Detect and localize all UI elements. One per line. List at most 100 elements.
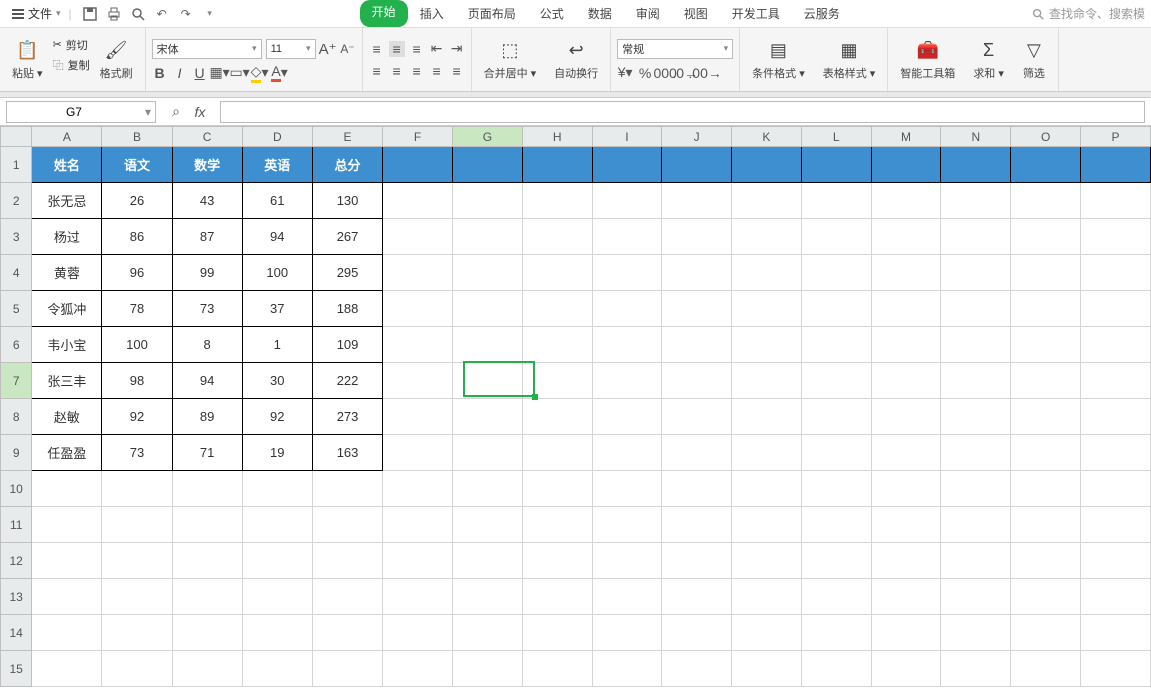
conditional-format-button[interactable]: ▤条件格式 ▾ (746, 37, 811, 83)
col-header-E[interactable]: E (312, 127, 382, 147)
cell-E1[interactable]: 总分 (312, 147, 382, 183)
cell-O14[interactable] (1011, 615, 1081, 651)
cell-J13[interactable] (662, 579, 732, 615)
cell-C6[interactable]: 8 (172, 327, 242, 363)
row-header-4[interactable]: 4 (1, 255, 32, 291)
cell-M13[interactable] (871, 579, 941, 615)
cell-P11[interactable] (1081, 507, 1151, 543)
cell-A12[interactable] (32, 543, 102, 579)
cell-O15[interactable] (1011, 651, 1081, 687)
cell-H9[interactable] (522, 435, 592, 471)
col-header-K[interactable]: K (732, 127, 802, 147)
chevron-down-icon[interactable]: ▾ (141, 105, 155, 119)
cell-L8[interactable] (801, 399, 871, 435)
search-commands[interactable]: 查找命令、搜索模 (1031, 5, 1145, 22)
cell-L2[interactable] (801, 183, 871, 219)
cell-J5[interactable] (662, 291, 732, 327)
row-header-14[interactable]: 14 (1, 615, 32, 651)
cell-O2[interactable] (1011, 183, 1081, 219)
cell-H10[interactable] (522, 471, 592, 507)
cell-C10[interactable] (172, 471, 242, 507)
align-right-icon[interactable]: ≡ (409, 63, 425, 79)
formula-bar[interactable] (220, 101, 1145, 123)
col-header-C[interactable]: C (172, 127, 242, 147)
cell-E5[interactable]: 188 (312, 291, 382, 327)
merge-center-button[interactable]: ⬚合并居中 ▾ (478, 37, 543, 83)
cell-N13[interactable] (941, 579, 1011, 615)
row-header-1[interactable]: 1 (1, 147, 32, 183)
cell-A15[interactable] (32, 651, 102, 687)
cell-O7[interactable] (1011, 363, 1081, 399)
cell-A11[interactable] (32, 507, 102, 543)
cell-L5[interactable] (801, 291, 871, 327)
cell-K7[interactable] (732, 363, 802, 399)
underline-icon[interactable]: U (192, 65, 208, 81)
cell-D11[interactable] (242, 507, 312, 543)
cell-E11[interactable] (312, 507, 382, 543)
cell-B14[interactable] (102, 615, 172, 651)
cell-J11[interactable] (662, 507, 732, 543)
cell-I1[interactable] (592, 147, 662, 183)
cell-N12[interactable] (941, 543, 1011, 579)
align-bottom-icon[interactable]: ≡ (409, 41, 425, 57)
select-all-corner[interactable] (1, 127, 32, 147)
cell-G9[interactable] (452, 435, 522, 471)
cell-M14[interactable] (871, 615, 941, 651)
cell-H15[interactable] (522, 651, 592, 687)
row-header-11[interactable]: 11 (1, 507, 32, 543)
cell-C5[interactable]: 73 (172, 291, 242, 327)
cell-L15[interactable] (801, 651, 871, 687)
cell-B13[interactable] (102, 579, 172, 615)
menu-tab-6[interactable]: 视图 (672, 0, 720, 27)
cell-L12[interactable] (801, 543, 871, 579)
cell-E2[interactable]: 130 (312, 183, 382, 219)
col-header-D[interactable]: D (242, 127, 312, 147)
zoom-icon[interactable]: ⌕ (168, 104, 184, 120)
col-header-H[interactable]: H (522, 127, 592, 147)
cell-G7[interactable] (452, 363, 522, 399)
cell-F2[interactable] (383, 183, 453, 219)
border-icon[interactable]: ▦▾ (212, 65, 228, 81)
cell-P2[interactable] (1081, 183, 1151, 219)
cell-I5[interactable] (592, 291, 662, 327)
cell-M11[interactable] (871, 507, 941, 543)
col-header-M[interactable]: M (871, 127, 941, 147)
cell-M5[interactable] (871, 291, 941, 327)
cell-D1[interactable]: 英语 (242, 147, 312, 183)
sum-button[interactable]: Σ求和 ▾ (967, 37, 1010, 83)
cell-H14[interactable] (522, 615, 592, 651)
cell-I12[interactable] (592, 543, 662, 579)
cell-L13[interactable] (801, 579, 871, 615)
cell-I3[interactable] (592, 219, 662, 255)
cell-M8[interactable] (871, 399, 941, 435)
name-box-input[interactable] (7, 105, 141, 119)
smart-toolbox-button[interactable]: 🧰智能工具箱 (894, 37, 961, 83)
cell-G14[interactable] (452, 615, 522, 651)
cell-O11[interactable] (1011, 507, 1081, 543)
undo-icon[interactable]: ↶ (154, 6, 170, 22)
cell-I2[interactable] (592, 183, 662, 219)
cell-G8[interactable] (452, 399, 522, 435)
cell-L6[interactable] (801, 327, 871, 363)
cell-E7[interactable]: 222 (312, 363, 382, 399)
cell-B15[interactable] (102, 651, 172, 687)
decrease-indent-icon[interactable]: ⇤ (429, 41, 445, 57)
cell-D4[interactable]: 100 (242, 255, 312, 291)
align-center-icon[interactable]: ≡ (389, 63, 405, 79)
cell-K14[interactable] (732, 615, 802, 651)
cell-K6[interactable] (732, 327, 802, 363)
cell-M4[interactable] (871, 255, 941, 291)
cell-P1[interactable] (1081, 147, 1151, 183)
cell-J1[interactable] (662, 147, 732, 183)
cell-B6[interactable]: 100 (102, 327, 172, 363)
cut-button[interactable]: ✂剪切 (53, 37, 90, 53)
menu-tab-7[interactable]: 开发工具 (720, 0, 792, 27)
cell-P13[interactable] (1081, 579, 1151, 615)
cell-P8[interactable] (1081, 399, 1151, 435)
selection-handle[interactable] (532, 394, 538, 400)
menu-tab-0[interactable]: 开始 (360, 0, 408, 27)
cell-E4[interactable]: 295 (312, 255, 382, 291)
cell-G1[interactable] (452, 147, 522, 183)
cell-F1[interactable] (383, 147, 453, 183)
cell-J3[interactable] (662, 219, 732, 255)
